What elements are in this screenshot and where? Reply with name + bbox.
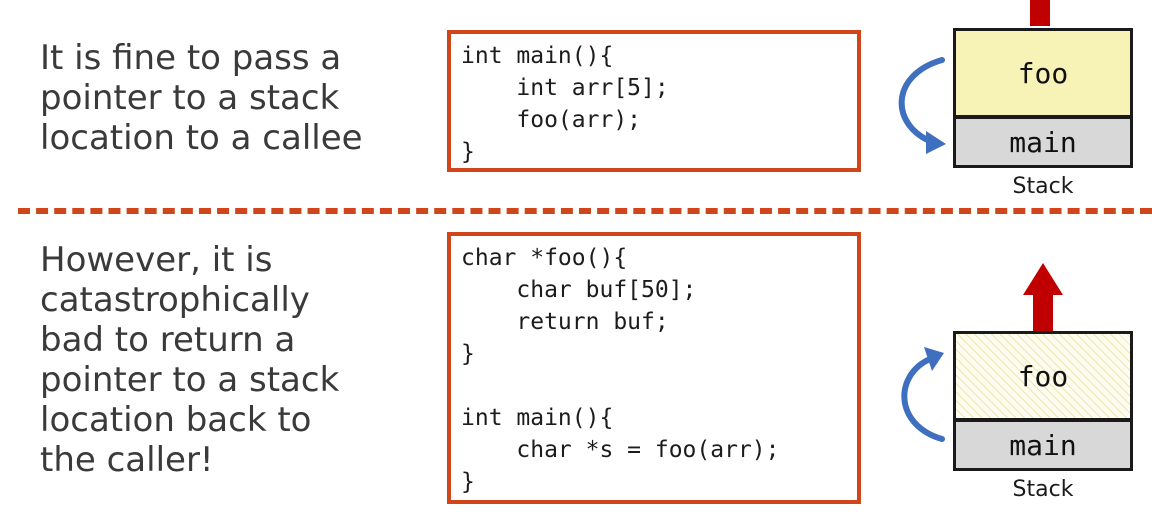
curved-arrow-icon [898,57,946,154]
code-return-pointer: char *foo(){ char buf[50]; return buf; }… [461,245,780,495]
stack-frame-foo-popped: foo [953,331,1133,421]
statement-fine: It is fine to pass a pointer to a stack … [40,38,363,158]
stack-caption: Stack [1012,477,1074,502]
code-box-return-pointer: char *foo(){ char buf[50]; return buf; }… [447,232,861,504]
stack-frame-main: main [953,419,1133,471]
arrow-up-icon [1030,0,1050,26]
section-divider [18,208,1152,214]
code-box-pass-pointer: int main(){ int arr[5]; foo(arr); } [447,30,861,172]
stack-diagram-return: foo main Stack [880,255,1152,520]
stack-diagram-callee: foo main Stack [880,0,1152,205]
arrow-up-icon [1023,263,1063,331]
slide: It is fine to pass a pointer to a stack … [0,0,1152,530]
curved-arrow-icon [901,347,945,442]
stack-frame-foo: foo [953,28,1133,118]
stack-frame-main: main [953,116,1133,168]
statement-catastrophic: However, it is catastrophically bad to r… [40,240,340,480]
code-pass-pointer: int main(){ int arr[5]; foo(arr); } [461,43,669,165]
stack-caption: Stack [1012,174,1074,199]
